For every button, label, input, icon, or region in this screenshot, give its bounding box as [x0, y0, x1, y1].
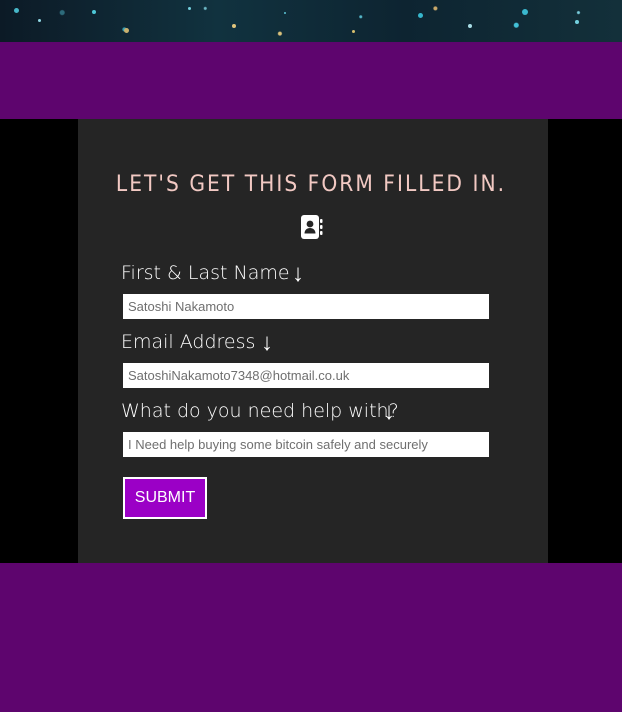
- hero-banner-image: [0, 0, 622, 42]
- name-input[interactable]: [123, 294, 489, 319]
- name-field-label: First & Last Name: [121, 262, 290, 284]
- bottom-purple-band: [0, 563, 622, 712]
- email-field-label: Email Address: [121, 331, 256, 353]
- address-book-icon: [299, 214, 325, 240]
- arrow-down-icon: ↓: [292, 260, 304, 287]
- top-purple-band: [0, 42, 622, 119]
- form-title: LET'S GET THIS FORM FILLED IN.: [115, 172, 507, 197]
- email-input[interactable]: [123, 363, 489, 388]
- help-input[interactable]: [123, 432, 489, 457]
- help-field-label: What do you need help with?: [121, 400, 399, 422]
- arrow-down-icon: ↓: [261, 329, 273, 356]
- arrow-down-icon: ↓: [383, 398, 395, 425]
- submit-button[interactable]: SUBMIT: [123, 477, 207, 519]
